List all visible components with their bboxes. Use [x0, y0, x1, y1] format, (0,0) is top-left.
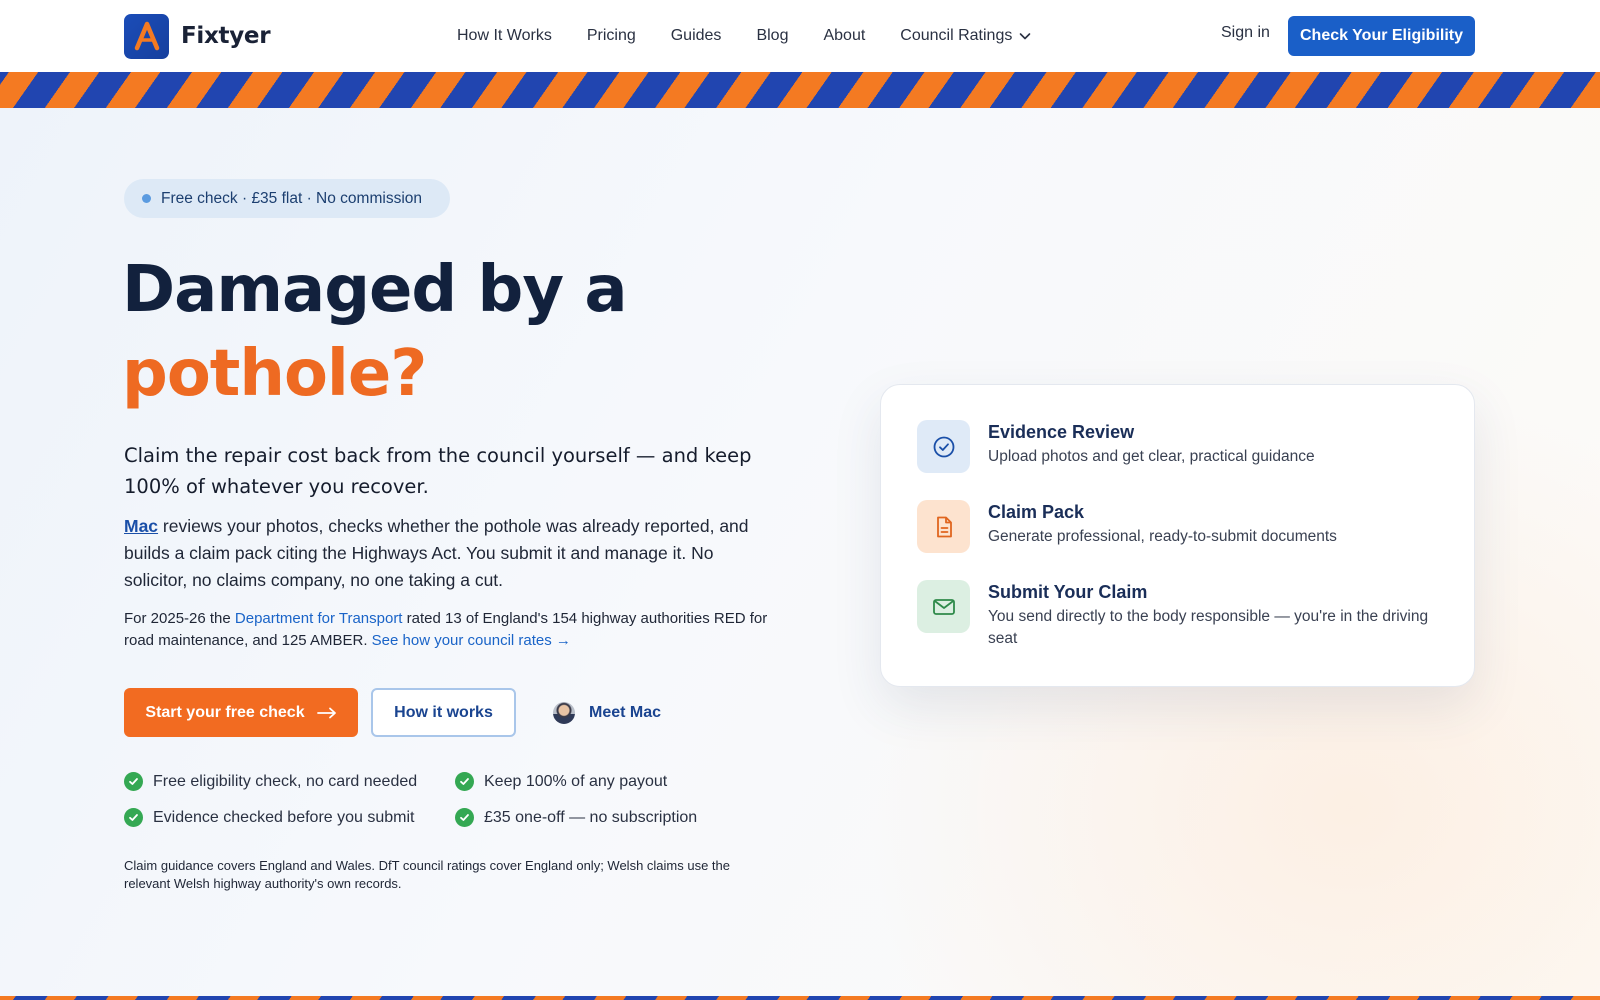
how-it-works-button[interactable]: How it works: [371, 688, 516, 737]
dot-icon: [142, 194, 151, 203]
check-icon: [455, 808, 474, 827]
arrow-right-icon: [316, 707, 336, 718]
hero-lede: Claim the repair cost back from the coun…: [124, 444, 752, 498]
coverage-disclaimer: Claim guidance covers England and Wales.…: [124, 858, 731, 891]
main-nav: How It Works Pricing Guides Blog About C…: [457, 24, 1032, 48]
check-eligibility-button[interactable]: Check Your Eligibility: [1288, 16, 1475, 56]
brand-logo[interactable]: Fixtyer: [124, 13, 271, 59]
mail-icon: [917, 580, 970, 633]
dft-stat-prefix: For 2025-26 the: [124, 610, 235, 627]
benefit-item: Free eligibility check, no card needed: [124, 772, 417, 791]
avatar: [553, 702, 575, 724]
start-free-check-button[interactable]: Start your free check: [124, 688, 358, 737]
hero-headline: Damaged by a pothole?: [122, 248, 822, 416]
benefit-item: Evidence checked before you submit: [124, 808, 414, 827]
brand-name: Fixtyer: [181, 23, 271, 49]
chevron-down-icon: [1020, 33, 1031, 40]
council-rates-link[interactable]: See how your council rates →: [372, 632, 571, 649]
nav-pricing[interactable]: Pricing: [587, 27, 636, 45]
dft-stat: For 2025-26 the Department for Transport…: [124, 608, 774, 652]
check-circle-icon: [917, 420, 970, 473]
offer-pill: Free check · £35 flat · No commission: [124, 179, 450, 218]
benefit-text: Free eligibility check, no card needed: [153, 772, 418, 790]
benefit-item: Keep 100% of any payout: [455, 772, 667, 791]
logo-icon: [124, 13, 169, 59]
features-card: Evidence Review Upload photos and get cl…: [880, 384, 1475, 687]
nav-blog[interactable]: Blog: [756, 27, 788, 45]
feature-desc: Generate professional, ready-to-submit d…: [988, 528, 1337, 545]
dft-link[interactable]: Department for Transport: [235, 610, 403, 627]
benefit-text: Keep 100% of any payout: [484, 772, 668, 790]
check-icon: [124, 772, 143, 791]
sign-in-link[interactable]: Sign in: [1221, 24, 1270, 42]
nav-council-ratings[interactable]: Council Ratings: [900, 27, 1032, 45]
site-header: Fixtyer How It Works Pricing Guides Blog…: [0, 0, 1600, 72]
feature-desc: You send directly to the body responsibl…: [988, 608, 1429, 647]
feature-claim-pack: Claim Pack Generate professional, ready-…: [917, 500, 1437, 553]
benefit-text: £35 one-off — no subscription: [484, 808, 698, 826]
start-free-check-label: Start your free check: [145, 703, 305, 721]
meet-mac-link[interactable]: Meet Mac: [553, 700, 661, 726]
document-icon: [917, 500, 970, 553]
nav-how-it-works[interactable]: How It Works: [457, 27, 552, 45]
feature-title: Evidence Review: [988, 422, 1135, 442]
hazard-stripe: [0, 72, 1600, 108]
mac-link[interactable]: Mac: [124, 516, 158, 536]
benefit-item: £35 one-off — no subscription: [455, 808, 697, 827]
feature-title: Submit Your Claim: [988, 582, 1148, 602]
nav-guides[interactable]: Guides: [671, 27, 722, 45]
check-icon: [455, 772, 474, 791]
bottom-hazard-stripe: [0, 996, 1600, 1000]
benefit-text: Evidence checked before you submit: [153, 808, 415, 826]
hero-headline-line2: pothole?: [122, 337, 427, 411]
feature-evidence-review: Evidence Review Upload photos and get cl…: [917, 420, 1437, 473]
offer-pill-text: Free check · £35 flat · No commission: [161, 189, 423, 207]
nav-about[interactable]: About: [823, 27, 865, 45]
feature-submit-claim: Submit Your Claim You send directly to t…: [917, 580, 1437, 650]
feature-desc: Upload photos and get clear, practical g…: [988, 448, 1315, 465]
hero-body-text: reviews your photos, checks whether the …: [124, 516, 749, 590]
feature-title: Claim Pack: [988, 502, 1085, 522]
meet-mac-label: Meet Mac: [589, 704, 662, 721]
nav-council-ratings-label: Council Ratings: [900, 27, 1013, 44]
hero-headline-line1: Damaged by a: [122, 253, 628, 327]
hero-body: Mac reviews your photos, checks whether …: [124, 513, 764, 594]
check-icon: [124, 808, 143, 827]
